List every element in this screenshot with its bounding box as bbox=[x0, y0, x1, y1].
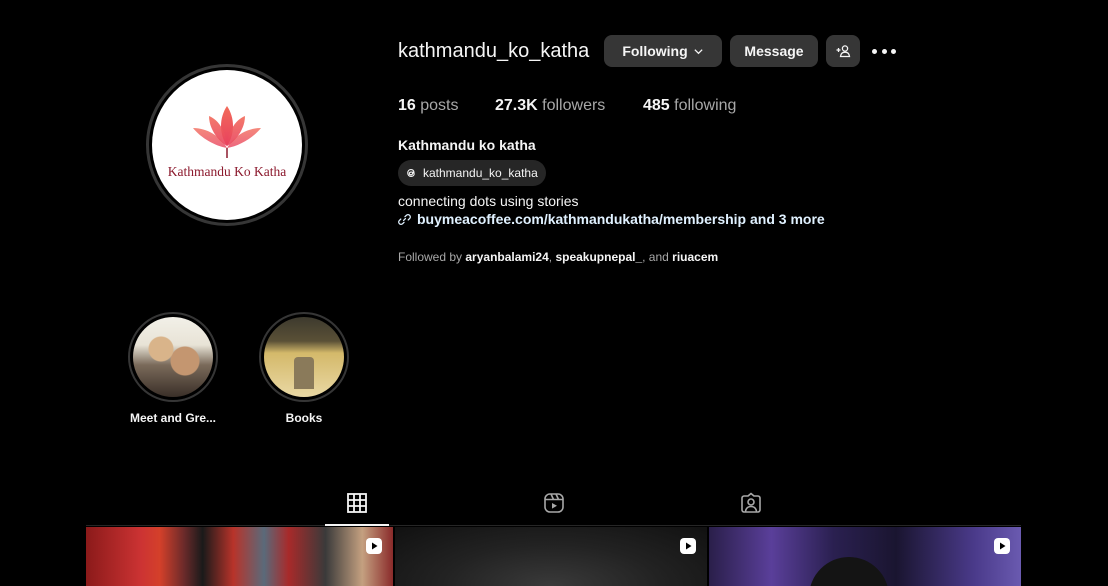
tab-active-indicator bbox=[325, 524, 389, 526]
threads-icon bbox=[405, 167, 417, 179]
tab-tagged[interactable] bbox=[739, 491, 763, 515]
link-icon bbox=[398, 213, 411, 225]
followers-count-label: followers bbox=[542, 97, 606, 114]
followers-link[interactable]: 27.3K followers bbox=[495, 97, 605, 115]
follower-name: aryanbalami24 bbox=[465, 250, 549, 264]
avatar: Kathmandu Ko Katha bbox=[152, 70, 302, 220]
profile-avatar[interactable]: Kathmandu Ko Katha bbox=[146, 64, 308, 226]
chevron-down-icon bbox=[694, 48, 703, 54]
more-dot-icon bbox=[891, 48, 896, 54]
message-button[interactable]: Message bbox=[730, 35, 818, 67]
reels-icon bbox=[544, 493, 564, 513]
reel-badge-icon bbox=[994, 538, 1010, 554]
highlight-thumbnail bbox=[264, 317, 344, 397]
followed-by-prefix: Followed by bbox=[398, 250, 463, 264]
profile-full-name: Kathmandu ko katha bbox=[398, 137, 536, 153]
separator: , and bbox=[642, 250, 673, 264]
following-link[interactable]: 485 following bbox=[643, 97, 736, 115]
posts-count-value: 16 bbox=[398, 97, 416, 114]
highlight-ring bbox=[128, 312, 218, 402]
profile-bio: connecting dots using stories bbox=[398, 193, 579, 209]
more-options-button[interactable] bbox=[872, 40, 896, 62]
posts-count: 16 posts bbox=[398, 97, 459, 115]
following-button[interactable]: Following bbox=[604, 35, 722, 67]
lotus-logo-icon bbox=[193, 106, 261, 158]
highlight-thumbnail bbox=[133, 317, 213, 397]
avatar-logo-text: Kathmandu Ko Katha bbox=[167, 164, 287, 179]
posts-count-label: posts bbox=[420, 97, 459, 114]
post-thumbnail[interactable] bbox=[395, 527, 707, 586]
profile-username: kathmandu_ko_katha bbox=[398, 40, 590, 62]
following-count-value: 485 bbox=[643, 97, 670, 114]
followers-count-value: 27.3K bbox=[495, 97, 538, 114]
followed-by[interactable]: Followed by aryanbalami24, speakupnepal_… bbox=[398, 250, 718, 264]
tagged-icon bbox=[741, 492, 761, 513]
message-button-label: Message bbox=[744, 43, 804, 59]
highlight-books[interactable]: Books bbox=[259, 312, 349, 425]
add-user-icon bbox=[836, 45, 851, 58]
post-thumbnail[interactable] bbox=[709, 527, 1021, 586]
threads-handle: kathmandu_ko_katha bbox=[423, 166, 538, 180]
highlight-meet-and-greet[interactable]: Meet and Gre... bbox=[128, 312, 218, 425]
grid-icon bbox=[347, 493, 367, 513]
suggest-users-button[interactable] bbox=[826, 35, 860, 67]
follower-name: riuacem bbox=[672, 250, 719, 264]
reel-badge-icon bbox=[680, 538, 696, 554]
highlight-label: Books bbox=[285, 411, 323, 425]
tab-reels[interactable] bbox=[542, 491, 566, 515]
more-dot-icon bbox=[872, 48, 877, 54]
follower-name: speakupnepal_ bbox=[555, 250, 643, 264]
following-button-label: Following bbox=[622, 43, 688, 59]
threads-badge[interactable]: kathmandu_ko_katha bbox=[398, 160, 546, 186]
post-thumbnail[interactable] bbox=[86, 527, 393, 586]
profile-link-text: buymeacoffee.com/kathmandukatha/membersh… bbox=[417, 211, 825, 227]
highlight-label: Meet and Gre... bbox=[129, 411, 217, 425]
more-dot-icon bbox=[881, 48, 887, 54]
tab-posts[interactable] bbox=[345, 491, 369, 515]
tabs-divider bbox=[86, 525, 1021, 526]
profile-link[interactable]: buymeacoffee.com/kathmandukatha/membersh… bbox=[398, 211, 825, 227]
highlight-ring bbox=[259, 312, 349, 402]
reel-badge-icon bbox=[366, 538, 382, 554]
following-count-label: following bbox=[674, 97, 737, 114]
